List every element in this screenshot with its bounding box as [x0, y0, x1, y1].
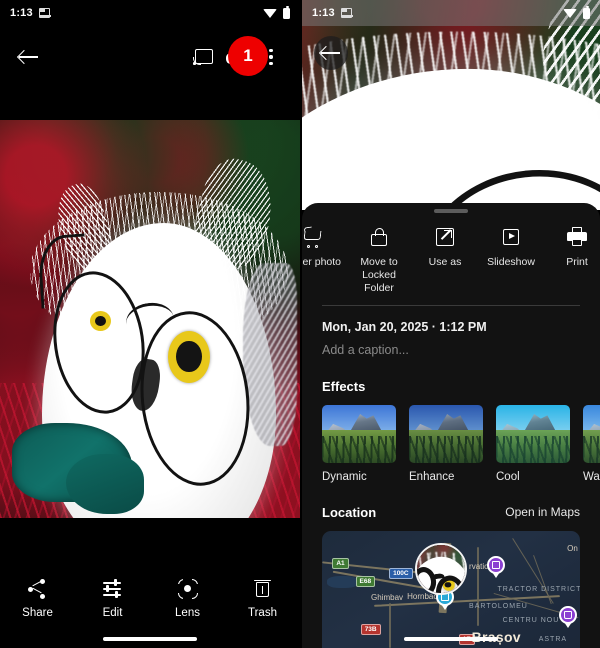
effect-thumbnail — [583, 404, 600, 463]
trash-button[interactable]: Trash — [232, 578, 294, 619]
edit-label: Edit — [102, 607, 123, 619]
edit-button[interactable]: Edit — [82, 578, 144, 619]
play-box-icon — [500, 226, 522, 248]
more-vert-icon — [269, 48, 273, 66]
effect-label: Enhance — [409, 470, 455, 483]
effect-thumbnail — [496, 404, 570, 463]
lens-icon — [175, 577, 200, 601]
use-as-action[interactable]: Use as — [412, 222, 478, 269]
slideshow-label: Slideshow — [487, 255, 535, 268]
map-pin-shop[interactable] — [487, 555, 506, 574]
map-label-ghimbav: Ghimbav — [371, 592, 404, 602]
status-bar-right-right-group — [563, 5, 590, 19]
print-label: Print — [566, 255, 588, 268]
status-time: 1:13 — [10, 7, 33, 19]
road-shield: 100C — [389, 567, 413, 579]
status-bar-left: 1:13 — [0, 0, 300, 26]
effect-thumbnail — [322, 404, 396, 463]
move-to-locked-folder-action[interactable]: Move to Locked Folder — [346, 222, 412, 295]
wifi-icon — [563, 8, 577, 18]
location-header: Location Open in Maps — [302, 505, 600, 520]
status-bar-right-group — [263, 5, 290, 19]
callout-badge-1: 1 — [228, 36, 268, 76]
left-phone-screen: 1:13 Share Edit Lens Trash 1 — [0, 0, 300, 648]
printer-icon — [566, 226, 588, 248]
map-district-tractor: TRACTOR DISTRICT — [497, 585, 580, 593]
order-photo-label: Order photo — [302, 255, 342, 268]
lock-icon — [368, 226, 390, 248]
sliders-icon — [102, 578, 124, 600]
slideshow-action[interactable]: Slideshow — [478, 222, 544, 269]
effect-dynamic[interactable]: Dynamic — [322, 404, 396, 483]
effect-label: Dynamic — [322, 470, 367, 483]
effect-label: Cool — [496, 470, 520, 483]
photo-info-sheet: Order photo Move to Locked Folder Use as — [302, 203, 600, 648]
effect-label: Warm — [583, 470, 600, 483]
effect-thumbnail — [409, 404, 483, 463]
caption-input[interactable]: Add a caption... — [322, 343, 580, 357]
effect-enhance[interactable]: Enhance — [409, 404, 483, 483]
cast-button[interactable] — [186, 40, 220, 74]
location-section-title: Location — [322, 504, 377, 520]
shopping-cart-icon — [302, 225, 324, 248]
screenshot-icon — [38, 8, 51, 18]
share-button[interactable]: Share — [7, 578, 69, 619]
trash-label: Trash — [248, 607, 277, 619]
move-to-locked-folder-label: Move to Locked Folder — [360, 255, 398, 294]
print-action[interactable]: Print — [544, 222, 600, 269]
gesture-nav-bar-right[interactable] — [404, 637, 498, 641]
photo-viewer-image[interactable] — [0, 120, 300, 518]
cast-icon — [193, 49, 213, 65]
photo-header-image[interactable] — [302, 0, 600, 210]
battery-icon — [283, 5, 290, 19]
photo-metadata: Mon, Jan 20, 2025 · 1:12 PM Add a captio… — [302, 306, 600, 357]
lens-label: Lens — [175, 607, 200, 619]
effects-row[interactable]: Dynamic Enhance Cool Wa — [302, 404, 600, 483]
lens-button[interactable]: Lens — [157, 577, 219, 619]
viewer-bottom-bar: Share Edit Lens Trash — [0, 564, 300, 648]
road-shield: 73B — [360, 624, 381, 636]
order-photo-action[interactable]: Order photo — [302, 222, 346, 269]
share-label: Share — [22, 607, 53, 619]
gesture-nav-bar-left[interactable] — [103, 637, 197, 641]
action-row: Order photo Move to Locked Folder Use as — [302, 222, 600, 295]
effect-cool[interactable]: Cool — [496, 404, 570, 483]
status-time-right: 1:13 — [312, 7, 335, 19]
sheet-drag-handle[interactable] — [434, 209, 468, 213]
map-label-rvatic: rvatic — [469, 561, 489, 571]
status-bar-right: 1:13 — [302, 0, 600, 26]
owl-photo — [0, 120, 300, 518]
wifi-icon — [263, 8, 277, 18]
use-as-label: Use as — [428, 255, 462, 268]
status-bar-right-left-group: 1:13 — [312, 7, 353, 19]
right-phone-screen: 1:13 Order photo — [300, 0, 600, 648]
arrow-back-icon — [19, 49, 39, 65]
map-district-bartolomeu: BARTOLOMEU — [469, 602, 528, 610]
open-in-maps-link[interactable]: Open in Maps — [505, 505, 580, 519]
trash-icon — [252, 578, 274, 600]
arrow-back-icon — [321, 45, 341, 61]
road-shield: A1 — [332, 558, 349, 570]
location-map[interactable]: A1 E68 100C 73B 1E Ghimbav Hornbach rvat… — [322, 530, 580, 648]
back-button[interactable] — [12, 40, 46, 74]
map-pin-bag[interactable] — [559, 606, 578, 625]
map-district-centru-nou: CENTRU NOU — [502, 616, 560, 624]
map-district-astra: ASTRA — [538, 636, 568, 644]
effect-warm[interactable]: Warm — [583, 404, 600, 483]
photo-date: Mon, Jan 20, 2025 · 1:12 PM — [322, 319, 487, 334]
open-external-icon — [434, 226, 456, 248]
map-photo-marker[interactable] — [414, 542, 467, 595]
status-bar-left-group: 1:13 — [10, 7, 51, 19]
share-icon — [27, 578, 49, 600]
battery-icon — [583, 5, 590, 19]
road-shield: E68 — [355, 576, 376, 588]
screenshot-stage: 1:13 Share Edit Lens Trash 1 1:13 er pho… — [0, 0, 600, 648]
map-label-on: On — [567, 543, 578, 553]
screenshot-icon — [340, 8, 353, 18]
back-button-right[interactable] — [314, 36, 348, 70]
effects-section-title: Effects — [322, 378, 366, 394]
owl-photo-cropped — [302, 0, 600, 210]
